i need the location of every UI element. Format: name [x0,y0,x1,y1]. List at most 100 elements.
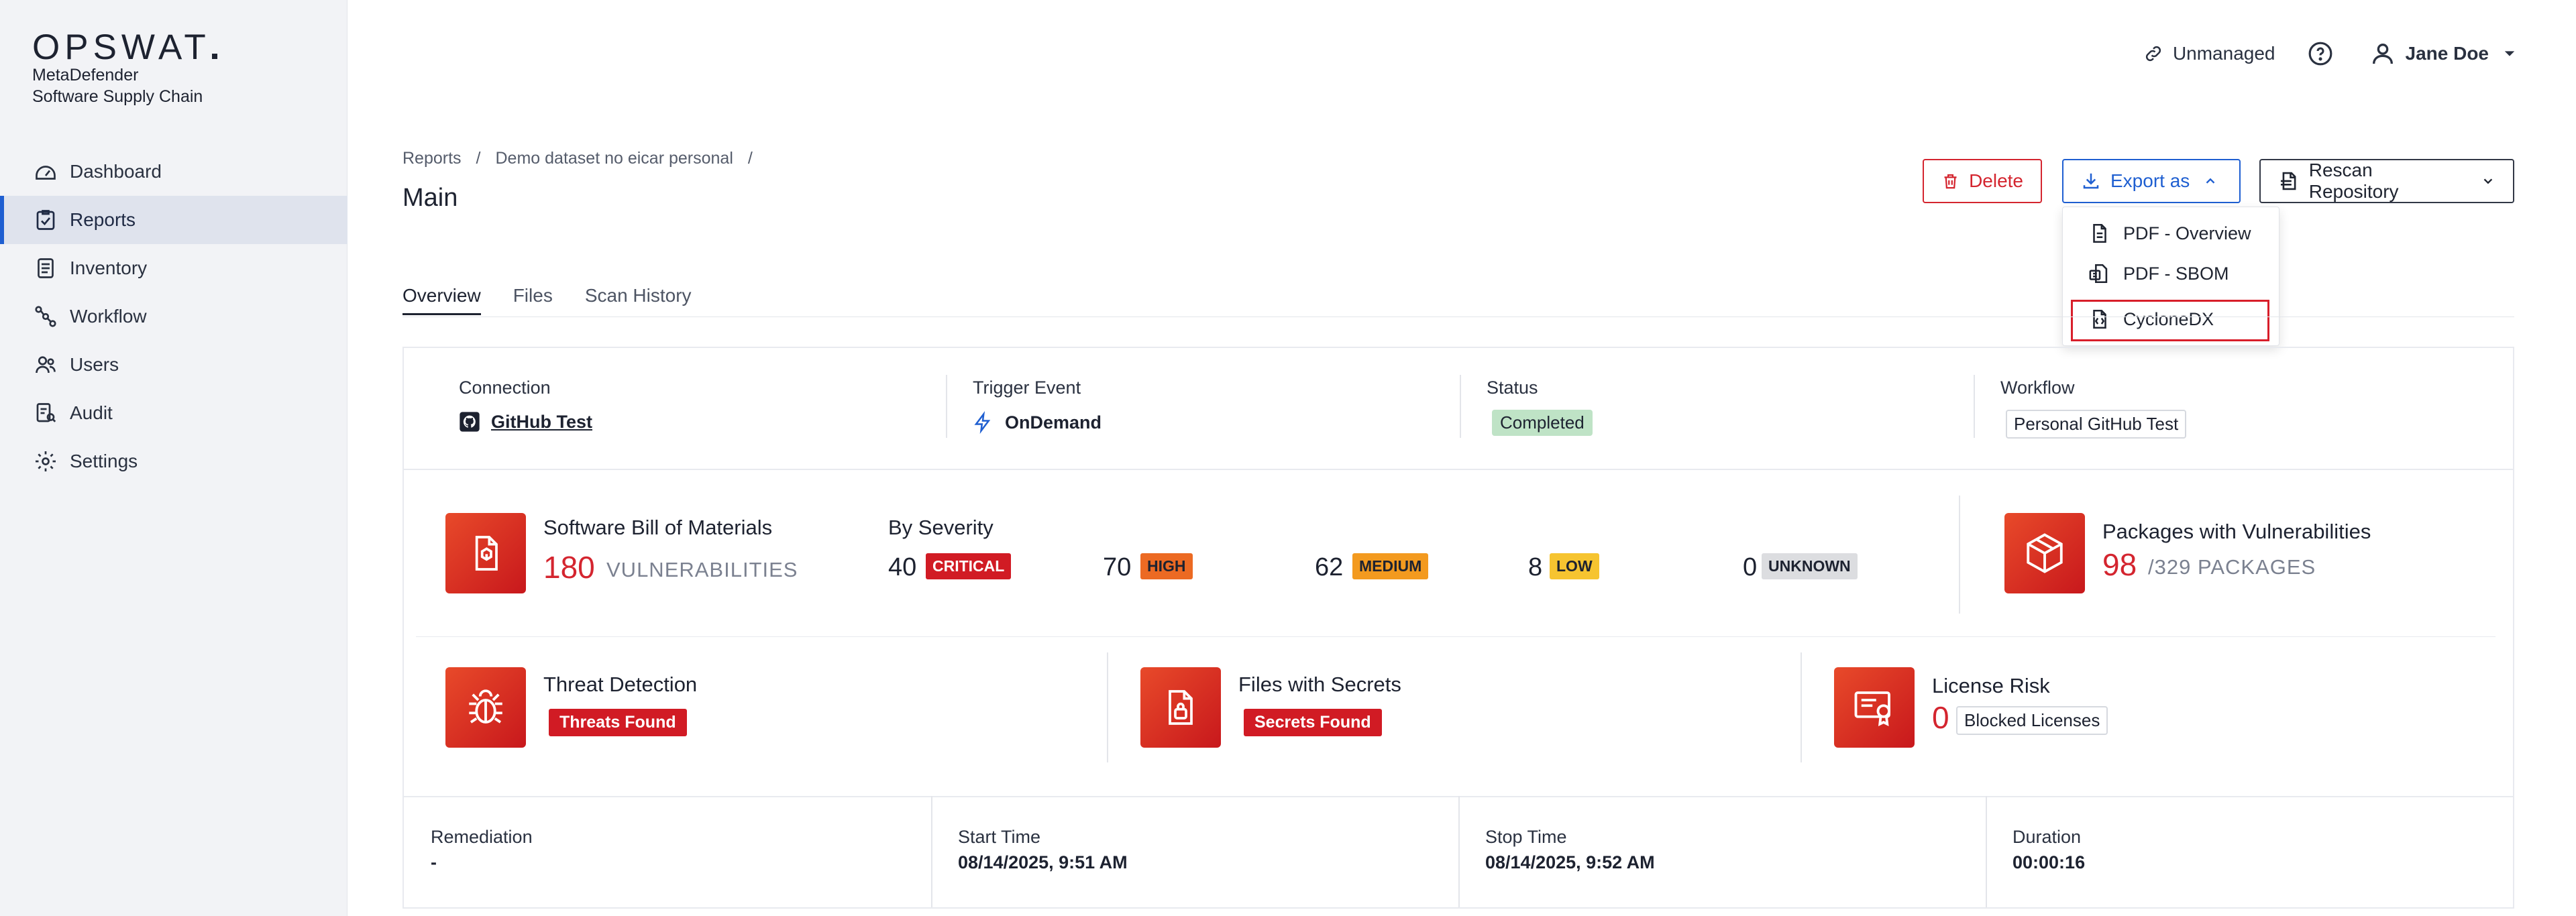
opswat-logo[interactable]: OPSWAT [32,27,217,68]
delete-label: Delete [1969,170,2023,191]
tab-files[interactable]: Files [513,285,553,315]
export-as-button[interactable]: Export as [2062,159,2241,203]
start-time-value: 08/14/2025, 9:51 AM [958,852,1128,872]
audit-icon [36,403,56,422]
connection-link[interactable]: GitHub Test [491,412,592,433]
unmanaged-label: Unmanaged [2172,43,2275,64]
sbom-tile [445,513,526,593]
user-name: Jane Doe [2405,43,2489,64]
threats-found-badge[interactable]: Threats Found [549,709,687,736]
high-badge[interactable]: HIGH [1140,553,1193,579]
divider [1107,652,1108,762]
report-tabs: Overview Files Scan History [402,285,724,315]
delete-button[interactable]: Delete [1923,159,2042,203]
gear-icon [36,451,56,471]
cyclonedx-file-icon [2093,309,2106,329]
product-name-line1: MetaDefender [32,66,139,84]
divider [946,375,947,438]
product-name-line2: Software Supply Chain [32,87,203,106]
threat-detection-title: Threat Detection [543,673,698,696]
connection-value[interactable]: GitHub Test [459,411,592,433]
secrets-found-badge[interactable]: Secrets Found [1244,709,1382,736]
users-icon [36,356,56,374]
unmanaged-link[interactable]: Unmanaged [2143,43,2275,64]
sidebar-item-workflow[interactable]: Workflow [0,292,347,341]
tab-overview[interactable]: Overview [402,285,481,315]
menu-item-pdf-overview[interactable]: PDF - Overview [2088,222,2251,245]
workflow-badge[interactable]: Personal GitHub Test [2006,410,2187,439]
rescan-repository-button[interactable]: Rescan Repository [2259,159,2514,203]
divider [1986,796,1987,907]
sidebar-item-audit[interactable]: Audit [0,389,347,437]
threat-tile [445,667,526,748]
reports-icon [36,210,55,230]
export-label: Export as [2110,170,2190,191]
secrets-tile [1140,667,1221,748]
sidebar-item-reports[interactable]: Reports [0,196,347,244]
sidebar-item-label: Settings [70,451,138,471]
menu-item-label: PDF - Overview [2123,223,2251,243]
tab-scan-history[interactable]: Scan History [585,285,692,315]
rescan-label: Rescan Repository [2308,160,2399,202]
sidebar-item-inventory[interactable]: Inventory [0,244,347,292]
link-icon [2145,46,2161,62]
caret-down-icon [2504,51,2515,56]
unknown-count: 0 [1743,553,1758,581]
menu-item-cyclonedx[interactable]: CycloneDX [2088,308,2214,331]
section-divider [404,469,2513,470]
high-count: 70 [1103,553,1132,581]
duration-label: Duration [2012,827,2082,847]
critical-badge[interactable]: CRITICAL [926,553,1012,579]
menu-item-pdf-sbom[interactable]: PDF - SBOM [2088,262,2229,285]
remediation-value: - [431,852,437,872]
packages-title: Packages with Vulnerabilities [2102,520,2371,543]
sidebar-item-label: Inventory [70,257,148,278]
sidebar-item-dashboard[interactable]: Dashboard [0,148,347,196]
breadcrumb-separator: / [476,149,481,168]
license-risk-title: License Risk [1932,674,2050,697]
blocked-license-count[interactable]: 0 [1932,699,1949,736]
sidebar-item-users[interactable]: Users [0,341,347,389]
breadcrumb-reports[interactable]: Reports [402,149,462,168]
download-icon [2083,173,2099,189]
packages-tile [2004,513,2085,593]
sidebar-item-label: Workflow [70,306,147,327]
connection-label: Connection [459,378,551,398]
sidebar-item-settings[interactable]: Settings [0,437,347,485]
sidebar-item-label: Audit [70,402,113,423]
chevron-up-icon [2206,178,2215,184]
user-menu[interactable]: Jane Doe [2369,40,2516,67]
sbom-vulnerability-count[interactable]: 180 [543,549,595,585]
stop-time-label: Stop Time [1485,827,1567,847]
help-icon [2308,42,2332,66]
help-button[interactable] [2308,41,2343,66]
breadcrumb-dataset[interactable]: Demo dataset no eicar personal [496,149,733,168]
dashboard-icon [36,166,56,180]
page-title: Main [402,184,458,212]
rescan-icon [2280,172,2296,190]
divider [931,796,932,907]
files-with-secrets-title: Files with Secrets [1238,673,1401,696]
sidebar-item-label: Reports [70,209,136,230]
divider [1458,796,1460,907]
low-count: 8 [1528,553,1543,581]
divider [1460,375,1461,438]
critical-count: 40 [888,553,917,581]
sidebar-nav: Dashboard Reports Inventory Workflow Use… [0,148,347,485]
trash-icon [1944,174,1957,189]
packages-vulnerable-count[interactable]: 98 [2102,547,2137,583]
workflow-icon [35,306,56,327]
duration-value: 00:00:16 [2012,852,2086,872]
export-menu: PDF - Overview PDF - SBOM CycloneDX [2062,207,2279,346]
divider [1801,652,1802,762]
low-badge[interactable]: LOW [1550,553,1599,579]
medium-badge[interactable]: MEDIUM [1352,553,1429,579]
certificate-icon [1854,691,1890,727]
divider [1974,375,1975,438]
bug-icon [469,689,502,724]
document-icon [2093,223,2106,243]
unknown-badge[interactable]: UNKNOWN [1762,553,1858,579]
overview-panel: Connection GitHub Test Trigger Event OnD… [402,347,2514,909]
sbom-document-icon [2089,264,2108,284]
status-badge: Completed [1492,410,1593,436]
